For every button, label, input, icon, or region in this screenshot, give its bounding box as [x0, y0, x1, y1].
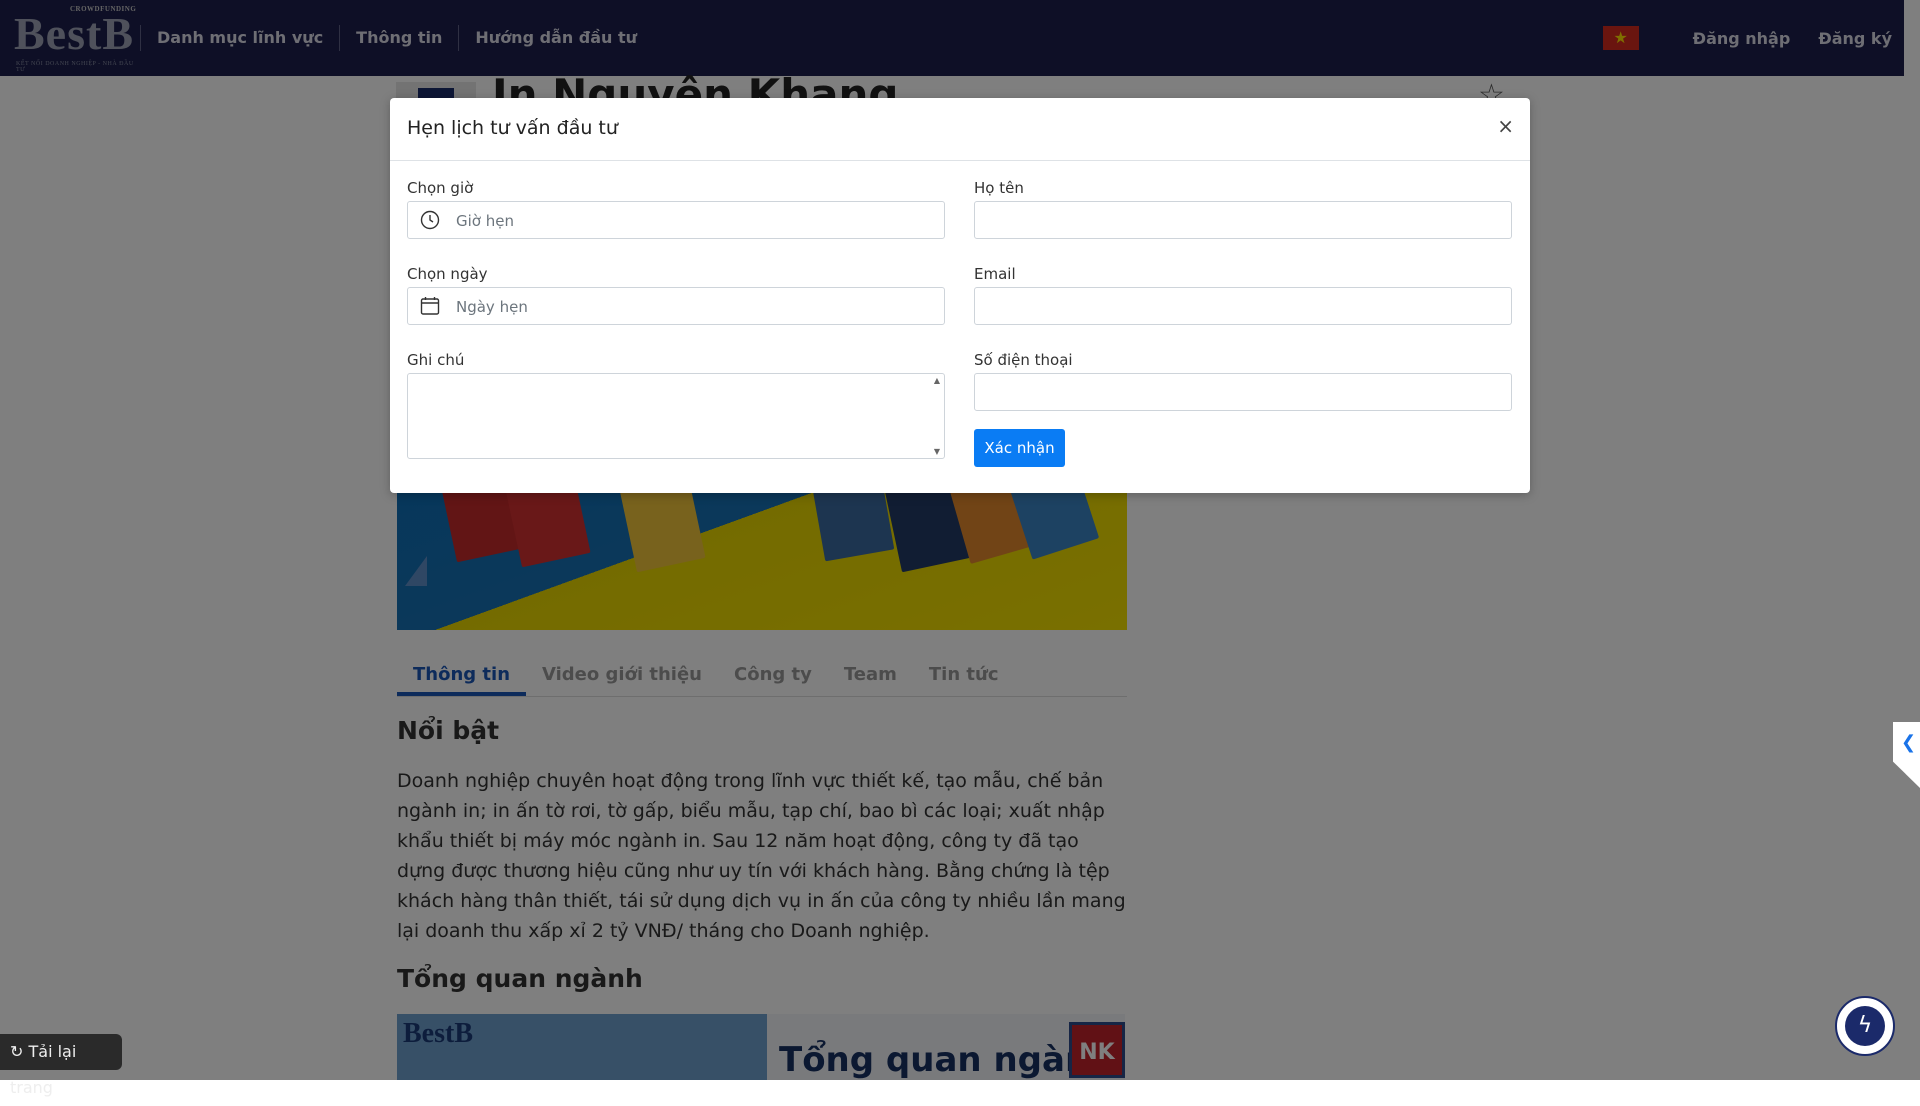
- time-label: Chọn giờ: [407, 179, 474, 197]
- note-textarea[interactable]: ▲ ▼: [407, 373, 945, 459]
- chevron-left-icon: ❮: [1901, 732, 1917, 753]
- date-placeholder: Ngày hẹn: [456, 298, 528, 316]
- name-label: Họ tên: [974, 179, 1024, 197]
- date-label: Chọn ngày: [407, 265, 488, 283]
- reload-icon: ↻: [10, 1042, 29, 1061]
- modal-title: Hẹn lịch tư vấn đầu tư: [407, 117, 618, 139]
- phone-input[interactable]: [974, 373, 1512, 411]
- scroll-down-icon[interactable]: ▼: [934, 447, 940, 456]
- appointment-modal: Hẹn lịch tư vấn đầu tư × Chọn giờ Giờ hẹ…: [390, 98, 1530, 493]
- email-input[interactable]: [974, 287, 1512, 325]
- date-input[interactable]: Ngày hẹn: [407, 287, 945, 325]
- calendar-icon: [420, 297, 440, 315]
- time-input[interactable]: Giờ hẹn: [407, 201, 945, 239]
- messenger-icon: ϟ: [1845, 1006, 1885, 1046]
- scroll-up-icon[interactable]: ▲: [934, 376, 940, 385]
- time-placeholder: Giờ hẹn: [456, 212, 514, 230]
- phone-label: Số điện thoại: [974, 351, 1073, 369]
- note-label: Ghi chú: [407, 351, 465, 369]
- close-icon[interactable]: ×: [1497, 114, 1514, 138]
- clock-icon: [420, 210, 440, 230]
- messenger-button[interactable]: ϟ: [1835, 996, 1895, 1056]
- reload-button[interactable]: ↻ Tải lại trang: [0, 1034, 122, 1097]
- confirm-button[interactable]: Xác nhận: [974, 429, 1065, 467]
- email-label: Email: [974, 265, 1016, 283]
- name-input[interactable]: [974, 201, 1512, 239]
- modal-header: Hẹn lịch tư vấn đầu tư ×: [390, 98, 1530, 161]
